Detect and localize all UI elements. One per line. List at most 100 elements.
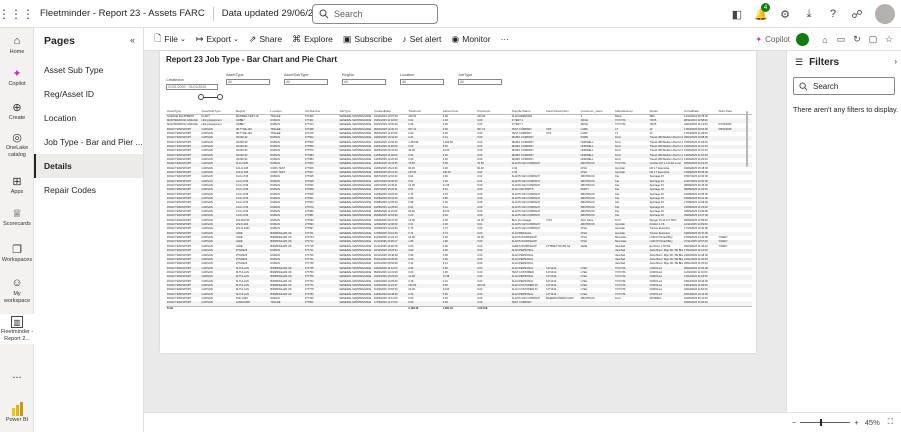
slicer-createdon[interactable]: Createdon 01/01/2000 · 01/01/2026 [166, 78, 218, 90]
zoom-in-button[interactable]: + [854, 418, 858, 427]
rail-item-more[interactable]: ... [0, 368, 34, 382]
table-cell: Astra Boot / Mpp 2D / Bk Blumington Box … [648, 249, 684, 254]
slicer-job-type[interactable]: JobType All [458, 73, 502, 85]
slicer-value[interactable]: All [284, 79, 328, 85]
details-table: AssetType AssetSubType RegNo Location JobNum… [166, 109, 752, 311]
rail-item-powerbi[interactable]: Power BI [0, 402, 34, 424]
slicer-asset-sub-type[interactable]: AssetSubType All [284, 73, 328, 85]
more-icon: ... [12, 369, 22, 381]
table-scrollbar[interactable] [746, 111, 748, 167]
set-alert-button[interactable]: ♪ Set alert [402, 34, 441, 44]
table-cell: Transit 280 Medium Roof 2.2D [648, 136, 684, 141]
subscribe-button[interactable]: ▣ Subscribe [343, 34, 392, 45]
help-icon[interactable]: ? [821, 0, 845, 28]
total-cell: 1,014.08 [476, 305, 511, 311]
settings-icon[interactable]: ⚙ [773, 0, 797, 28]
details-table-visual[interactable]: AssetType AssetSubType RegNo Location JobNum… [166, 109, 752, 349]
table-cell: GENERAL MAINTENANCE [339, 123, 372, 127]
report-toolbar: 🗋 File ⌄ ↦ Export ⌄ ⇗ Share ⌘ Explore ▣ Subscri… [144, 28, 901, 51]
app-launcher-icon[interactable]: ⋮⋮⋮ [0, 0, 34, 28]
total-cell [234, 305, 270, 311]
top-bar: ⋮⋮⋮ Fleetminder - Report 23 - Assets FAR… [0, 0, 901, 28]
rail-item-scorecards[interactable]: ♕ Scorecards [0, 206, 34, 228]
comment-icon[interactable]: ▢ [865, 26, 881, 54]
zoom-out-button[interactable]: − [792, 418, 796, 427]
page-tab-asset-sub-type[interactable]: Asset Sub Type [34, 58, 143, 82]
notifications-icon[interactable]: 🔔 4 [749, 0, 773, 28]
slicer-value[interactable]: All [458, 79, 502, 85]
filter-search-input[interactable]: Search [793, 77, 895, 95]
total-cell [717, 305, 752, 311]
share-button[interactable]: ⇗ Share [249, 34, 282, 45]
export-label: Export [206, 34, 231, 44]
more-options-button[interactable]: ··· [501, 34, 510, 44]
search-icon [319, 9, 329, 19]
bookmark-icon[interactable]: ⌂ [817, 26, 833, 54]
monitor-button[interactable]: ◉ Monitor [451, 34, 490, 45]
page-tab-job-type[interactable]: Job Type - Bar and Pier ... [34, 130, 143, 154]
rail-item-catalog[interactable]: ◎ OneLake catalog [0, 130, 34, 158]
collapse-pages-icon[interactable]: « [130, 35, 135, 45]
rail-label: Copilot [8, 81, 26, 87]
global-search-input[interactable]: Search [312, 4, 438, 24]
page-tab-repair-codes[interactable]: Repair Codes [34, 178, 143, 202]
export-menu-button[interactable]: ↦ Export ⌄ [196, 34, 239, 45]
slicer-value[interactable]: All [342, 79, 386, 85]
table-cell: GENERAL MAINTENANCE [338, 301, 373, 307]
file-menu-button[interactable]: 🗋 File ⌄ [154, 31, 186, 47]
total-cell: Total [166, 305, 201, 311]
copilot-button[interactable]: ✦ Copilot [755, 35, 790, 44]
slicer-value[interactable]: All [400, 79, 444, 85]
fit-page-icon[interactable]: ⛶ [888, 417, 893, 427]
rail-label: My workspace [3, 291, 31, 304]
slicer-regno[interactable]: RegNo All [342, 73, 386, 85]
rail-item-copilot[interactable]: ✦ Copilot [0, 66, 34, 88]
rail-item-home[interactable]: ⌂ Home [0, 34, 34, 56]
zoom-slider[interactable] [800, 418, 851, 426]
page-tab-details[interactable]: Details [34, 154, 143, 178]
home-icon: ⌂ [13, 35, 21, 47]
zoom-control[interactable]: − + 45% ⛶ [792, 417, 893, 427]
download-icon[interactable]: ⤓ [797, 0, 821, 28]
view-icon[interactable]: ▭ [833, 26, 849, 54]
slicer-label: Createdon [166, 78, 184, 82]
table-cell: GENERAL MAINTENANCE [339, 262, 372, 266]
total-cell [200, 305, 235, 311]
report-title-breadcrumb[interactable]: Fleetminder - Report 23 - Assets FARC [40, 8, 205, 19]
slicer-asset-type[interactable]: AssetType All [226, 73, 270, 85]
date-range-start-handle[interactable] [198, 94, 204, 100]
avatar[interactable] [875, 4, 895, 24]
rail-item-report[interactable]: ▥ Fleetminder - Report 2... [0, 314, 34, 344]
refresh-icon[interactable]: ↻ [849, 26, 865, 54]
zoom-slider-thumb[interactable] [820, 418, 823, 426]
page-tab-reg-asset-id[interactable]: Reg/Asset ID [34, 82, 143, 106]
favorite-icon[interactable]: ☆ [881, 26, 897, 54]
collapse-filters-icon[interactable]: › [894, 57, 897, 66]
table-cell: GENERAL MAINTENANCE [338, 275, 373, 280]
rail-label: Create [8, 115, 26, 121]
monitor-icon: ◉ [451, 33, 460, 44]
slicer-value[interactable]: 01/01/2000 · 01/01/2026 [166, 84, 218, 90]
slicer-value[interactable]: All [226, 79, 270, 85]
table-total-row: Total 2,199.46 1,381.34 1,014.08 [166, 305, 752, 311]
rail-item-apps[interactable]: ⊞ Apps [0, 174, 34, 196]
report-page: Report 23 Job Type - Bar Chart and Pie C… [160, 51, 756, 353]
nav-rail: ⌂ Home ✦ Copilot ⊕ Create ◎ OneLake cata… [0, 28, 34, 432]
explore-button[interactable]: ⌘ Explore [292, 34, 333, 45]
view-toggle-icon[interactable]: ◧ [725, 0, 749, 28]
plus-icon: ⊕ [12, 101, 22, 114]
rail-item-my-workspace[interactable]: ☺ My workspace [0, 276, 34, 304]
rail-item-create[interactable]: ⊕ Create [0, 100, 34, 122]
filters-title: Filters [809, 56, 840, 68]
status-circle-icon[interactable] [796, 33, 809, 46]
total-cell [545, 305, 580, 311]
page-tab-location[interactable]: Location [34, 106, 143, 130]
slicer-location[interactable]: Location All [400, 73, 444, 85]
date-range-end-handle[interactable] [217, 94, 223, 100]
data-updated-label[interactable]: Data updated 29/06/26 [222, 8, 319, 19]
explore-label: Explore [304, 34, 333, 44]
report-canvas: Report 23 Job Type - Bar Chart and Pie C… [144, 51, 786, 412]
table-cell: ALAN'S VAN COMPANY [510, 162, 546, 167]
share-link-icon[interactable]: ☍ [845, 0, 869, 28]
rail-item-workspaces[interactable]: ❐ Workspaces [0, 242, 34, 264]
